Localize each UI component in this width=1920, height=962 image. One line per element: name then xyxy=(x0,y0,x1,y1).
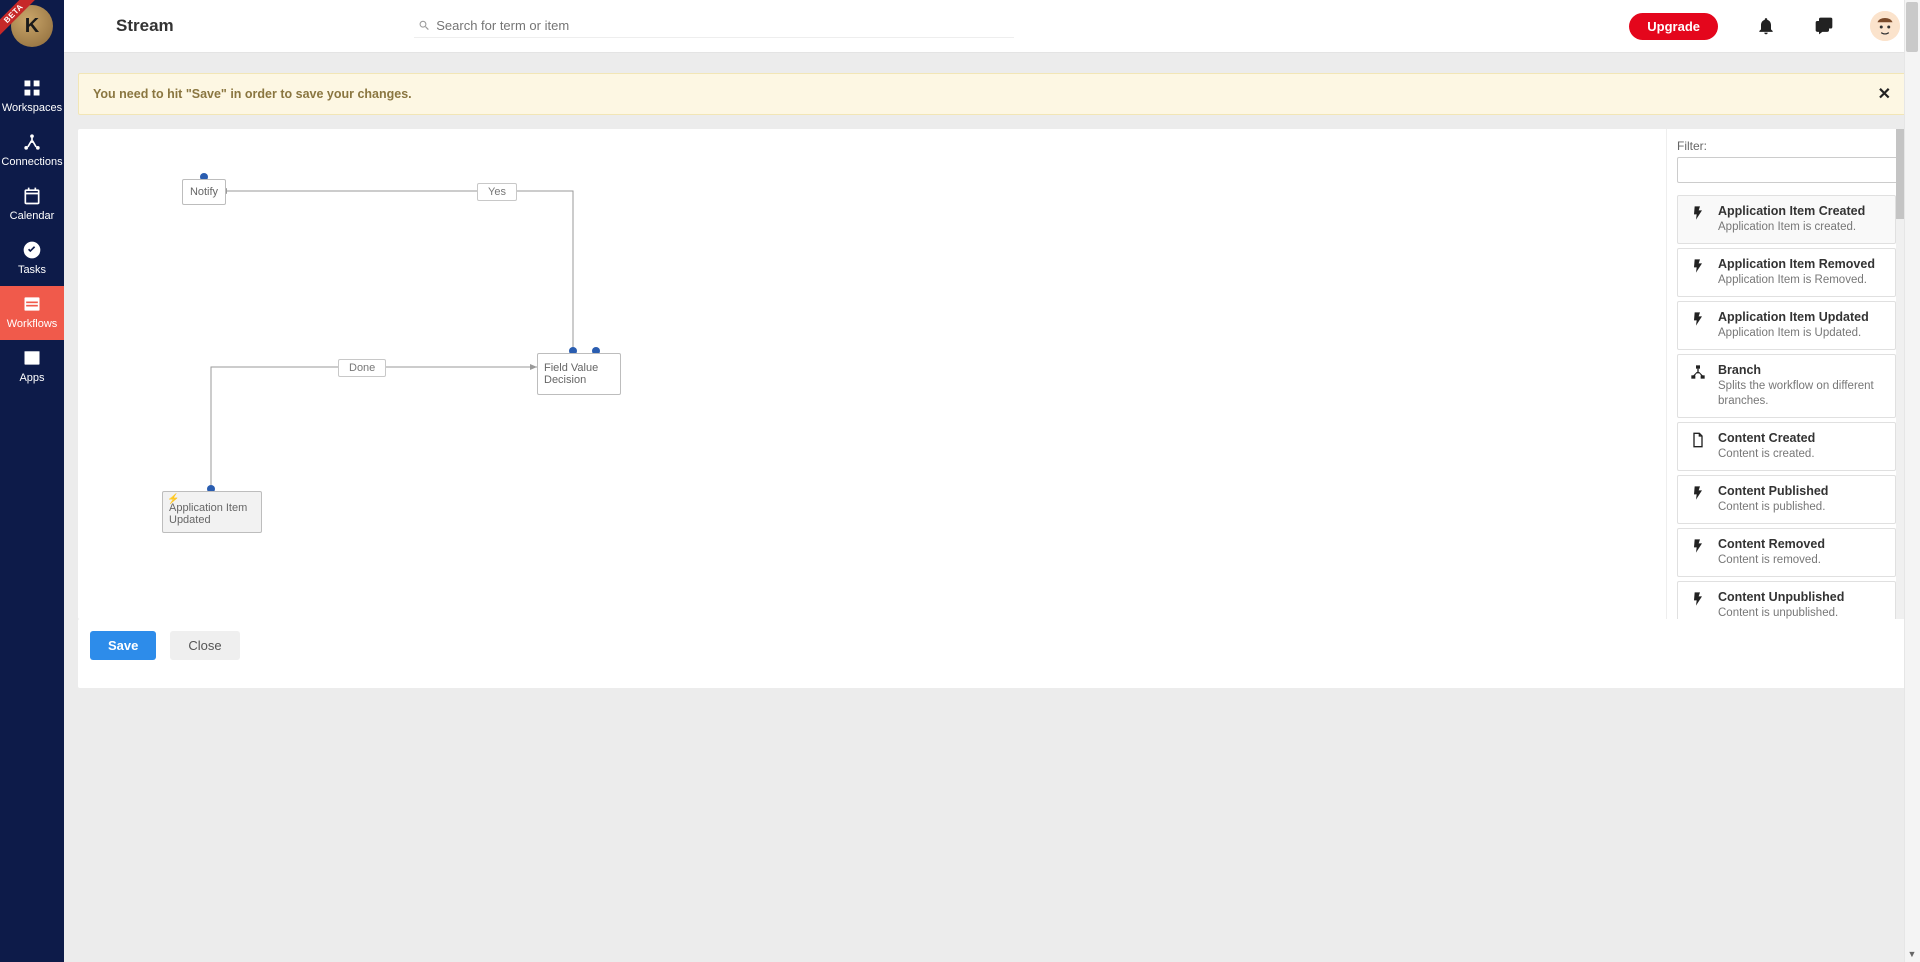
document-icon xyxy=(1688,431,1708,462)
check-circle-icon xyxy=(22,240,42,260)
palette-item-title: Application Item Removed xyxy=(1718,257,1875,271)
palette-item-desc: Content is published. xyxy=(1718,500,1828,515)
sidebar-item-workflows[interactable]: Workflows xyxy=(0,286,64,340)
search-input[interactable] xyxy=(436,18,1009,33)
palette-item-text: Content Unpublished Content is unpublishe… xyxy=(1718,590,1844,620)
search-field[interactable] xyxy=(414,14,1014,38)
filter-label: Filter: xyxy=(1677,139,1898,153)
node-notify[interactable]: Notify xyxy=(182,179,226,205)
sidebar: BETA K Workspaces Connections Calendar T… xyxy=(0,0,64,962)
palette-item[interactable]: Content Created Content is created. xyxy=(1677,422,1896,471)
filter-input[interactable] xyxy=(1677,157,1898,183)
sidebar-item-label: Tasks xyxy=(18,264,46,276)
palette-item-title: Application Item Created xyxy=(1718,204,1865,218)
topbar: Stream Upgrade xyxy=(64,0,1920,53)
page-scrollbar[interactable]: ▲ ▼ xyxy=(1904,0,1920,962)
calendar-icon xyxy=(22,186,42,206)
edge-label-yes[interactable]: Yes xyxy=(477,183,517,201)
palette-item-title: Content Created xyxy=(1718,431,1815,445)
alert-close-button[interactable]: ✕ xyxy=(1878,84,1891,104)
sidebar-item-label: Workspaces xyxy=(2,102,62,114)
palette-item-text: Application Item Created Application Item… xyxy=(1718,204,1865,235)
editor-footer: Save Close xyxy=(78,619,1906,688)
palette-item-title: Content Published xyxy=(1718,484,1828,498)
palette-item-title: Application Item Updated xyxy=(1718,310,1869,324)
page-scrollbar-thumb[interactable] xyxy=(1906,2,1918,52)
page-title: Stream xyxy=(116,16,174,36)
bell-icon[interactable] xyxy=(1756,16,1776,36)
palette-item-text: Application Item Updated Application Item… xyxy=(1718,310,1869,341)
palette-item-text: Branch Splits the workflow on different b… xyxy=(1718,363,1887,409)
palette-item-title: Content Unpublished xyxy=(1718,590,1844,604)
bolt-icon xyxy=(1688,484,1708,515)
sidebar-item-connections[interactable]: Connections xyxy=(0,124,64,178)
search-icon xyxy=(418,19,431,32)
node-decision[interactable]: Field Value Decision xyxy=(537,353,621,395)
sidebar-item-label: Workflows xyxy=(7,318,58,330)
sidebar-item-workspaces[interactable]: Workspaces xyxy=(0,70,64,124)
palette-item-desc: Content is removed. xyxy=(1718,553,1825,568)
chat-icon[interactable] xyxy=(1814,16,1834,36)
sidebar-item-label: Calendar xyxy=(10,210,55,222)
palette-item[interactable]: Application Item Removed Application Item… xyxy=(1677,248,1896,297)
sidebar-item-label: Apps xyxy=(19,372,44,384)
bolt-icon xyxy=(1688,204,1708,235)
bolt-icon: ⚡ xyxy=(167,494,179,505)
palette-item-text: Content Removed Content is removed. xyxy=(1718,537,1825,568)
palette: Filter: Application Item CreatedApplicat… xyxy=(1666,129,1906,619)
palette-item-desc: Application Item is Removed. xyxy=(1718,273,1875,288)
workflow-icon xyxy=(22,294,42,314)
palette-item-title: Branch xyxy=(1718,363,1887,377)
palette-item[interactable]: Content Removed Content is removed. xyxy=(1677,528,1896,577)
alert-message: You need to hit "Save" in order to save … xyxy=(93,87,412,101)
palette-item[interactable]: Application Item Updated Application Item… xyxy=(1677,301,1896,350)
bolt-icon xyxy=(1688,257,1708,288)
bolt-icon xyxy=(1688,310,1708,341)
avatar[interactable] xyxy=(1870,11,1900,41)
unsaved-alert: You need to hit "Save" in order to save … xyxy=(78,73,1906,115)
node-source-label: Application Item Updated xyxy=(169,502,255,526)
palette-item-text: Content Created Content is created. xyxy=(1718,431,1815,462)
palette-item-desc: Application Item is Updated. xyxy=(1718,326,1869,341)
palette-item-desc: Application Item is created. xyxy=(1718,220,1865,235)
edge-label-done[interactable]: Done xyxy=(338,359,386,377)
grid-icon xyxy=(22,78,42,98)
palette-item[interactable]: Content Unpublished Content is unpublishe… xyxy=(1677,581,1896,620)
palette-item-title: Content Removed xyxy=(1718,537,1825,551)
palette-item-desc: Splits the workflow on different branche… xyxy=(1718,379,1887,409)
sidebar-item-calendar[interactable]: Calendar xyxy=(0,178,64,232)
sidebar-item-tasks[interactable]: Tasks xyxy=(0,232,64,286)
palette-list: Application Item Created Application Item… xyxy=(1677,195,1898,619)
workflow-canvas[interactable]: Yes Done Notify Field Value Decision ⚡ A… xyxy=(78,129,1666,619)
sidebar-nav: Workspaces Connections Calendar Tasks Wo… xyxy=(0,70,64,394)
save-button[interactable]: Save xyxy=(90,631,156,660)
palette-item[interactable]: Branch Splits the workflow on different b… xyxy=(1677,354,1896,418)
upgrade-button[interactable]: Upgrade xyxy=(1629,13,1718,40)
canvas-edges xyxy=(78,129,1666,619)
bolt-icon xyxy=(1688,590,1708,620)
app-root: BETA K Workspaces Connections Calendar T… xyxy=(0,0,1920,962)
main: Stream Upgrade You need to hit "Save" in… xyxy=(64,0,1920,962)
palette-item[interactable]: Content Published Content is published. xyxy=(1677,475,1896,524)
palette-item-text: Application Item Removed Application Item… xyxy=(1718,257,1875,288)
close-button[interactable]: Close xyxy=(170,631,239,660)
window-icon xyxy=(22,348,42,368)
palette-item-desc: Content is created. xyxy=(1718,447,1815,462)
workflow-editor: Yes Done Notify Field Value Decision ⚡ A… xyxy=(78,129,1906,619)
palette-item[interactable]: Application Item Created Application Item… xyxy=(1677,195,1896,244)
logo[interactable]: BETA K xyxy=(0,0,64,52)
sidebar-item-label: Connections xyxy=(1,156,62,168)
content-area: You need to hit "Save" in order to save … xyxy=(64,53,1920,962)
palette-item-desc: Content is unpublished. xyxy=(1718,606,1844,620)
node-source[interactable]: ⚡ Application Item Updated xyxy=(162,491,262,533)
branch-icon xyxy=(1688,363,1708,409)
scroll-down-arrow-icon[interactable]: ▼ xyxy=(1904,946,1920,962)
bolt-icon xyxy=(1688,537,1708,568)
sidebar-item-apps[interactable]: Apps xyxy=(0,340,64,394)
avatar-face-icon xyxy=(1870,11,1900,41)
palette-item-text: Content Published Content is published. xyxy=(1718,484,1828,515)
network-icon xyxy=(22,132,42,152)
